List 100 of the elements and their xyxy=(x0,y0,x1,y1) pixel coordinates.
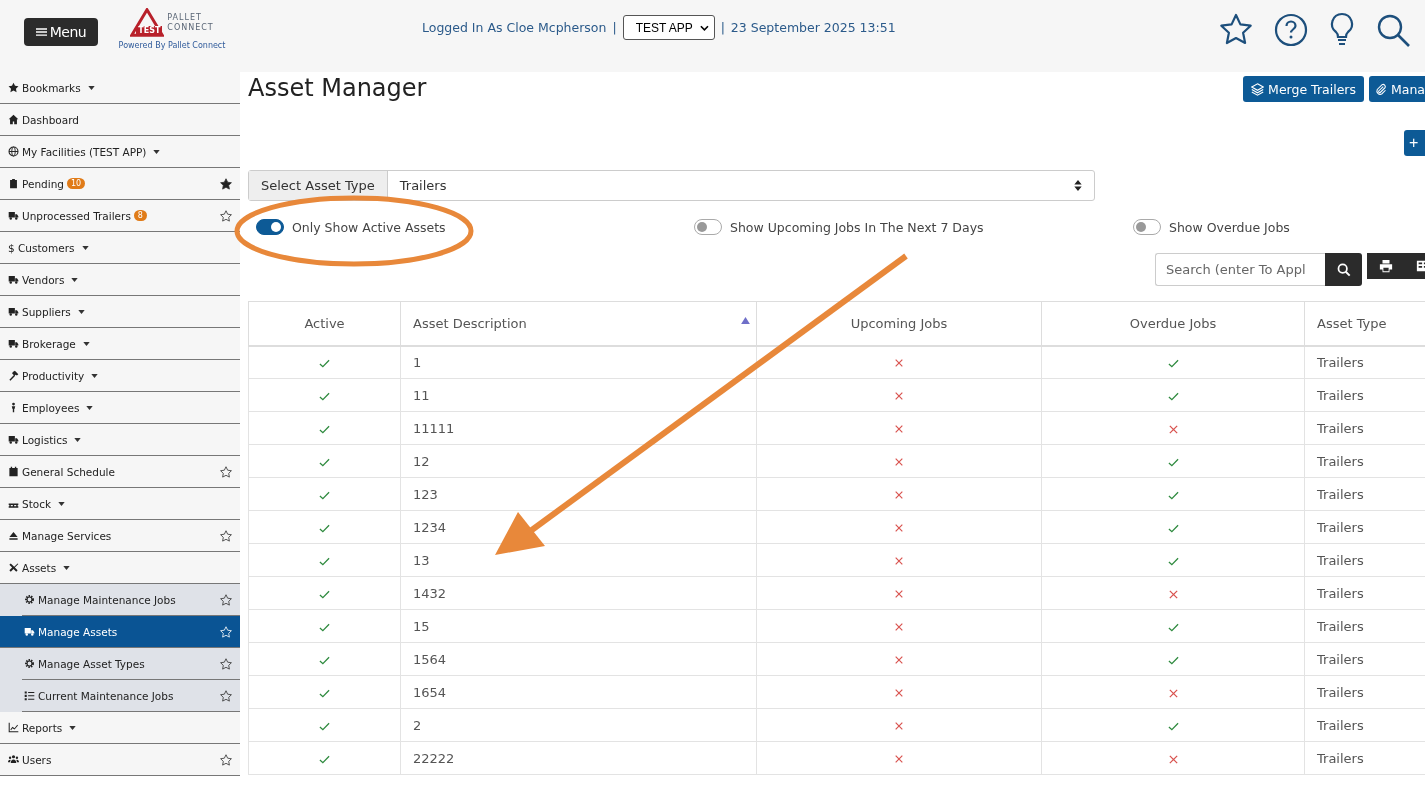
chevron-down-icon xyxy=(699,24,709,31)
globe-icon xyxy=(8,146,19,157)
truck-icon xyxy=(24,626,35,637)
star-outline-icon[interactable] xyxy=(220,465,232,478)
sidebar-label: Users xyxy=(22,753,52,766)
sidebar-item[interactable]: My Facilities (TEST APP) xyxy=(0,136,240,168)
sidebar-item[interactable]: Bookmarks xyxy=(0,72,240,104)
sidebar-item[interactable]: Users xyxy=(0,744,240,776)
sidebar-label: Suppliers xyxy=(22,305,71,318)
sidebar-item[interactable]: Manage Services xyxy=(0,520,240,552)
logo-text: PALLET xyxy=(167,13,203,23)
lightbulb-icon[interactable] xyxy=(1328,12,1356,48)
layers-icon xyxy=(1251,82,1265,96)
sidebar-item[interactable]: Unprocessed Trailers 8 xyxy=(0,200,240,232)
column-header[interactable]: Asset Type xyxy=(1304,301,1425,346)
datetime-text: 23 September 2025 13:51 xyxy=(730,20,896,35)
star-outline-icon[interactable] xyxy=(220,753,232,766)
sidebar-subitem[interactable]: Current Maintenance Jobs xyxy=(22,680,240,712)
column-header[interactable]: Active xyxy=(248,301,401,346)
sidebar-label: Bookmarks xyxy=(22,81,81,94)
page-title: Asset Manager xyxy=(248,74,427,102)
table-cell: 1432 xyxy=(400,576,757,610)
gear-icon xyxy=(24,658,35,669)
menu-button[interactable]: Menu xyxy=(24,18,98,46)
triangle-icon xyxy=(8,530,19,541)
toggle-label: Show Upcoming Jobs In The Next 7 Days xyxy=(730,219,984,235)
sidebar-item[interactable]: General Schedule xyxy=(0,456,240,488)
sidebar-item[interactable]: Employees xyxy=(0,392,240,424)
toggle-switch[interactable] xyxy=(694,219,722,235)
table-cell: 1 xyxy=(400,345,757,379)
search-icon[interactable] xyxy=(1375,12,1411,48)
table-cell: 15 xyxy=(400,609,757,643)
sidebar-label: Brokerage xyxy=(22,337,76,350)
sidebar-item[interactable]: Pending 10 xyxy=(0,168,240,200)
sidebar-label: Reports xyxy=(22,721,63,734)
star-icon[interactable] xyxy=(220,177,232,190)
sidebar-label: Dashboard xyxy=(22,113,79,126)
sidebar-label: Employees xyxy=(22,401,80,414)
logo-tagline: Powered By Pallet Connect xyxy=(118,41,226,50)
table-cell: 12 xyxy=(400,444,757,478)
sidebar-label: General Schedule xyxy=(22,465,115,478)
table-cell: 1564 xyxy=(400,642,757,676)
sidebar-label: Vendors xyxy=(22,273,65,286)
gear-icon xyxy=(24,594,35,605)
app-select[interactable]: TEST APP xyxy=(622,15,715,40)
sidebar-item[interactable]: Brokerage xyxy=(0,328,240,360)
table-cell: 123 xyxy=(400,477,757,511)
sidebar-item[interactable]: Dashboard xyxy=(0,104,240,136)
menu-icon xyxy=(35,27,47,37)
column-header[interactable]: Asset Description xyxy=(400,301,757,346)
column-header[interactable]: Upcoming Jobs xyxy=(756,301,1042,346)
separator: | xyxy=(612,20,617,35)
sidebar-item[interactable]: Suppliers xyxy=(0,296,240,328)
search-button[interactable] xyxy=(1325,253,1362,286)
toolbar-button[interactable]: Mana xyxy=(1369,76,1425,102)
star-outline-icon[interactable] xyxy=(220,689,232,702)
select-label: Select Asset Type xyxy=(249,171,388,200)
calendar-icon xyxy=(8,466,19,477)
sidebar-label: $ Customers xyxy=(8,241,75,254)
sidebar-subitem[interactable]: Manage Asset Types xyxy=(22,648,240,680)
truck-icon xyxy=(8,434,19,445)
warning-triangle-icon xyxy=(130,8,165,37)
column-header[interactable]: Overdue Jobs xyxy=(1041,301,1305,346)
sidebar-item[interactable]: Vendors xyxy=(0,264,240,296)
count-badge: 10 xyxy=(67,178,86,189)
select-value: Trailers xyxy=(398,178,447,193)
logo-badge: TEST xyxy=(136,26,163,36)
toggle-label: Only Show Active Assets xyxy=(292,219,446,235)
count-badge: 8 xyxy=(133,210,147,221)
add-button[interactable]: + xyxy=(1404,130,1425,156)
sidebar-label: Manage Asset Types xyxy=(38,657,145,670)
star-icon xyxy=(8,82,19,93)
star-outline-icon[interactable] xyxy=(220,657,232,670)
star-outline-icon[interactable] xyxy=(220,593,232,606)
sidebar-label: Assets xyxy=(22,561,57,574)
sidebar-item[interactable]: $ Customers xyxy=(0,232,240,264)
sidebar-item[interactable]: Stock xyxy=(0,488,240,520)
truck-icon xyxy=(8,274,19,285)
sidebar-item[interactable]: Logistics xyxy=(0,424,240,456)
sidebar-subitem[interactable]: Manage Assets xyxy=(0,616,240,648)
truck-icon xyxy=(8,210,19,221)
table-cell: 11 xyxy=(400,378,757,412)
toggle-switch[interactable] xyxy=(1133,219,1161,235)
toggle-switch[interactable] xyxy=(256,219,284,235)
sidebar-item[interactable]: Reports xyxy=(0,712,240,744)
star-outline-icon[interactable] xyxy=(220,529,232,542)
sidebar-item[interactable]: Productivity xyxy=(0,360,240,392)
asset-type-select[interactable]: Select Asset Type Trailers xyxy=(248,170,1095,201)
sidebar-label: Unprocessed Trailers xyxy=(22,209,131,222)
truck-icon xyxy=(8,306,19,317)
help-icon[interactable] xyxy=(1273,12,1309,48)
sidebar-label: Pending xyxy=(22,177,64,190)
sidebar-label: Stock xyxy=(22,497,52,510)
clipboard-icon xyxy=(8,178,19,189)
sidebar-label: My Facilities (TEST APP) xyxy=(22,145,147,158)
search-field[interactable]: Search (enter To Appl xyxy=(1155,253,1325,286)
logged-in-text: Logged In As Cloe Mcpherson xyxy=(422,20,607,35)
merge-trailers-button[interactable]: Merge Trailers xyxy=(1243,76,1364,102)
star-outline-icon[interactable] xyxy=(220,209,232,222)
table-cell: 1654 xyxy=(400,675,757,709)
